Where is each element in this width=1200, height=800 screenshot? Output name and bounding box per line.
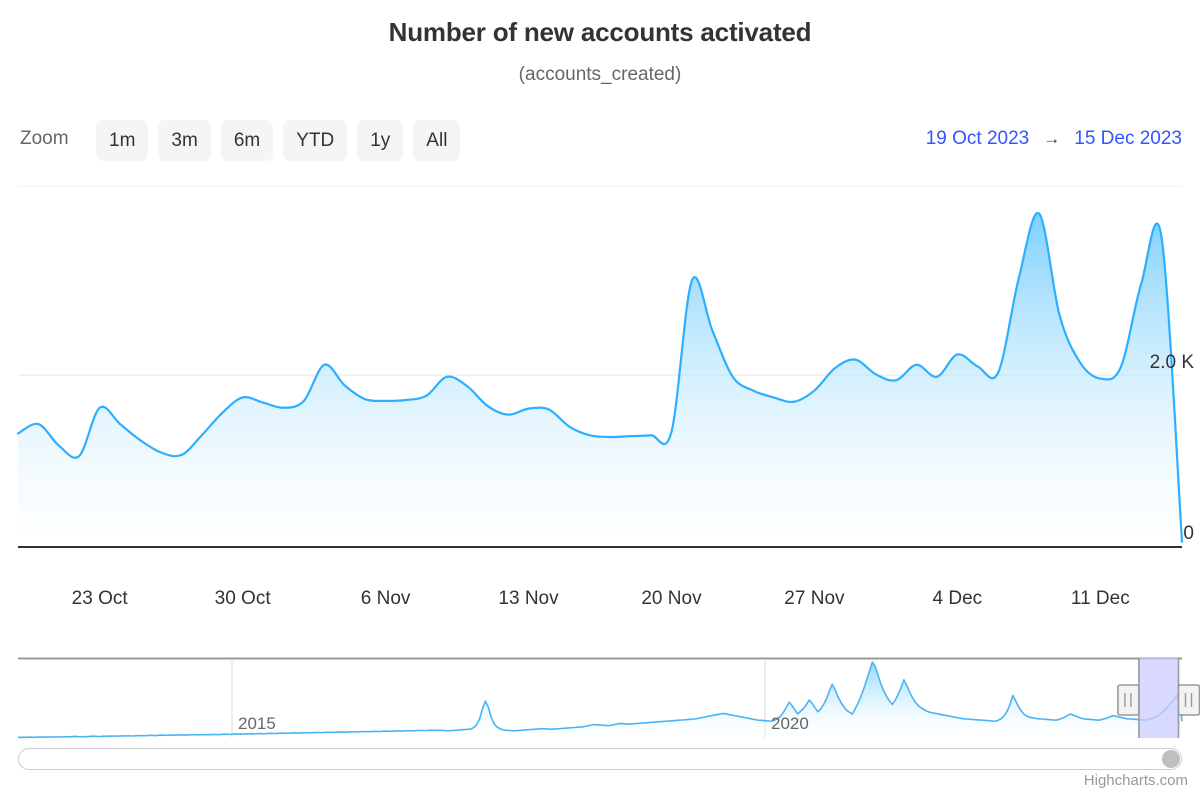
range-button-1y[interactable]: 1y (357, 120, 404, 161)
range-button-1m[interactable]: 1m (96, 120, 149, 161)
range-selector: Zoom 1m 3m 6m YTD 1y All 19 Oct 2023 → 15 Dec… (0, 120, 1200, 164)
x-axis-label: 13 Nov (498, 588, 559, 609)
range-button-ytd[interactable]: YTD (283, 120, 348, 161)
x-axis-label: 6 Nov (360, 588, 411, 609)
highcharts-stock-chart: Number of new accounts activated (accoun… (0, 0, 1200, 800)
navigator-handle-right[interactable] (1177, 684, 1200, 716)
credits-link[interactable]: Highcharts.com (1084, 772, 1188, 789)
zoom-label: Zoom (20, 128, 69, 149)
navigator-selection-mask[interactable] (1138, 658, 1179, 738)
scrollbar-thumb[interactable] (1162, 750, 1180, 768)
x-axis-label: 30 Oct (214, 588, 271, 609)
navigator-x-label-2015: 2015 (238, 714, 276, 733)
x-axis-labels: 23 Oct 30 Oct 6 Nov 13 Nov 20 Nov 27 Nov 4 Dec… (0, 588, 1200, 618)
navigator[interactable]: 2015 2020 (0, 652, 1200, 744)
x-axis-label: 23 Oct (71, 588, 128, 609)
range-button-3m[interactable]: 3m (158, 120, 211, 161)
range-selector-inputs: 19 Oct 2023 → 15 Dec 2023 (926, 128, 1182, 150)
page-title: Number of new accounts activated (388, 17, 812, 47)
chart-subtitle: (accounts_created) (518, 64, 682, 85)
range-button-all[interactable]: All (413, 120, 461, 161)
navigator-handle-left[interactable] (1117, 684, 1140, 716)
navigator-area-fill (18, 662, 1182, 738)
main-plot-area[interactable] (0, 186, 1200, 548)
arrow-right-icon: → (1043, 129, 1061, 148)
x-axis-label: 4 Dec (932, 588, 983, 609)
range-input-to[interactable]: 15 Dec 2023 (1074, 128, 1182, 150)
range-button-6m[interactable]: 6m (220, 120, 274, 161)
x-axis-label: 20 Nov (641, 588, 702, 609)
main-series-svg (16, 186, 1184, 548)
scrollbar-track[interactable] (18, 748, 1182, 770)
x-axis-label: 11 Dec (1070, 588, 1130, 609)
x-axis-label: 27 Nov (784, 588, 845, 609)
range-input-from[interactable]: 19 Oct 2023 (926, 128, 1030, 150)
navigator-svg (17, 657, 1200, 739)
y-axis-label-0: 0 (1183, 523, 1194, 544)
navigator-x-label-2020: 2020 (771, 714, 809, 733)
range-selector-buttons: 1m 3m 6m YTD 1y All (96, 120, 461, 161)
y-axis-label-2k: 2.0 K (1149, 352, 1194, 374)
series-area-fill (18, 212, 1182, 548)
